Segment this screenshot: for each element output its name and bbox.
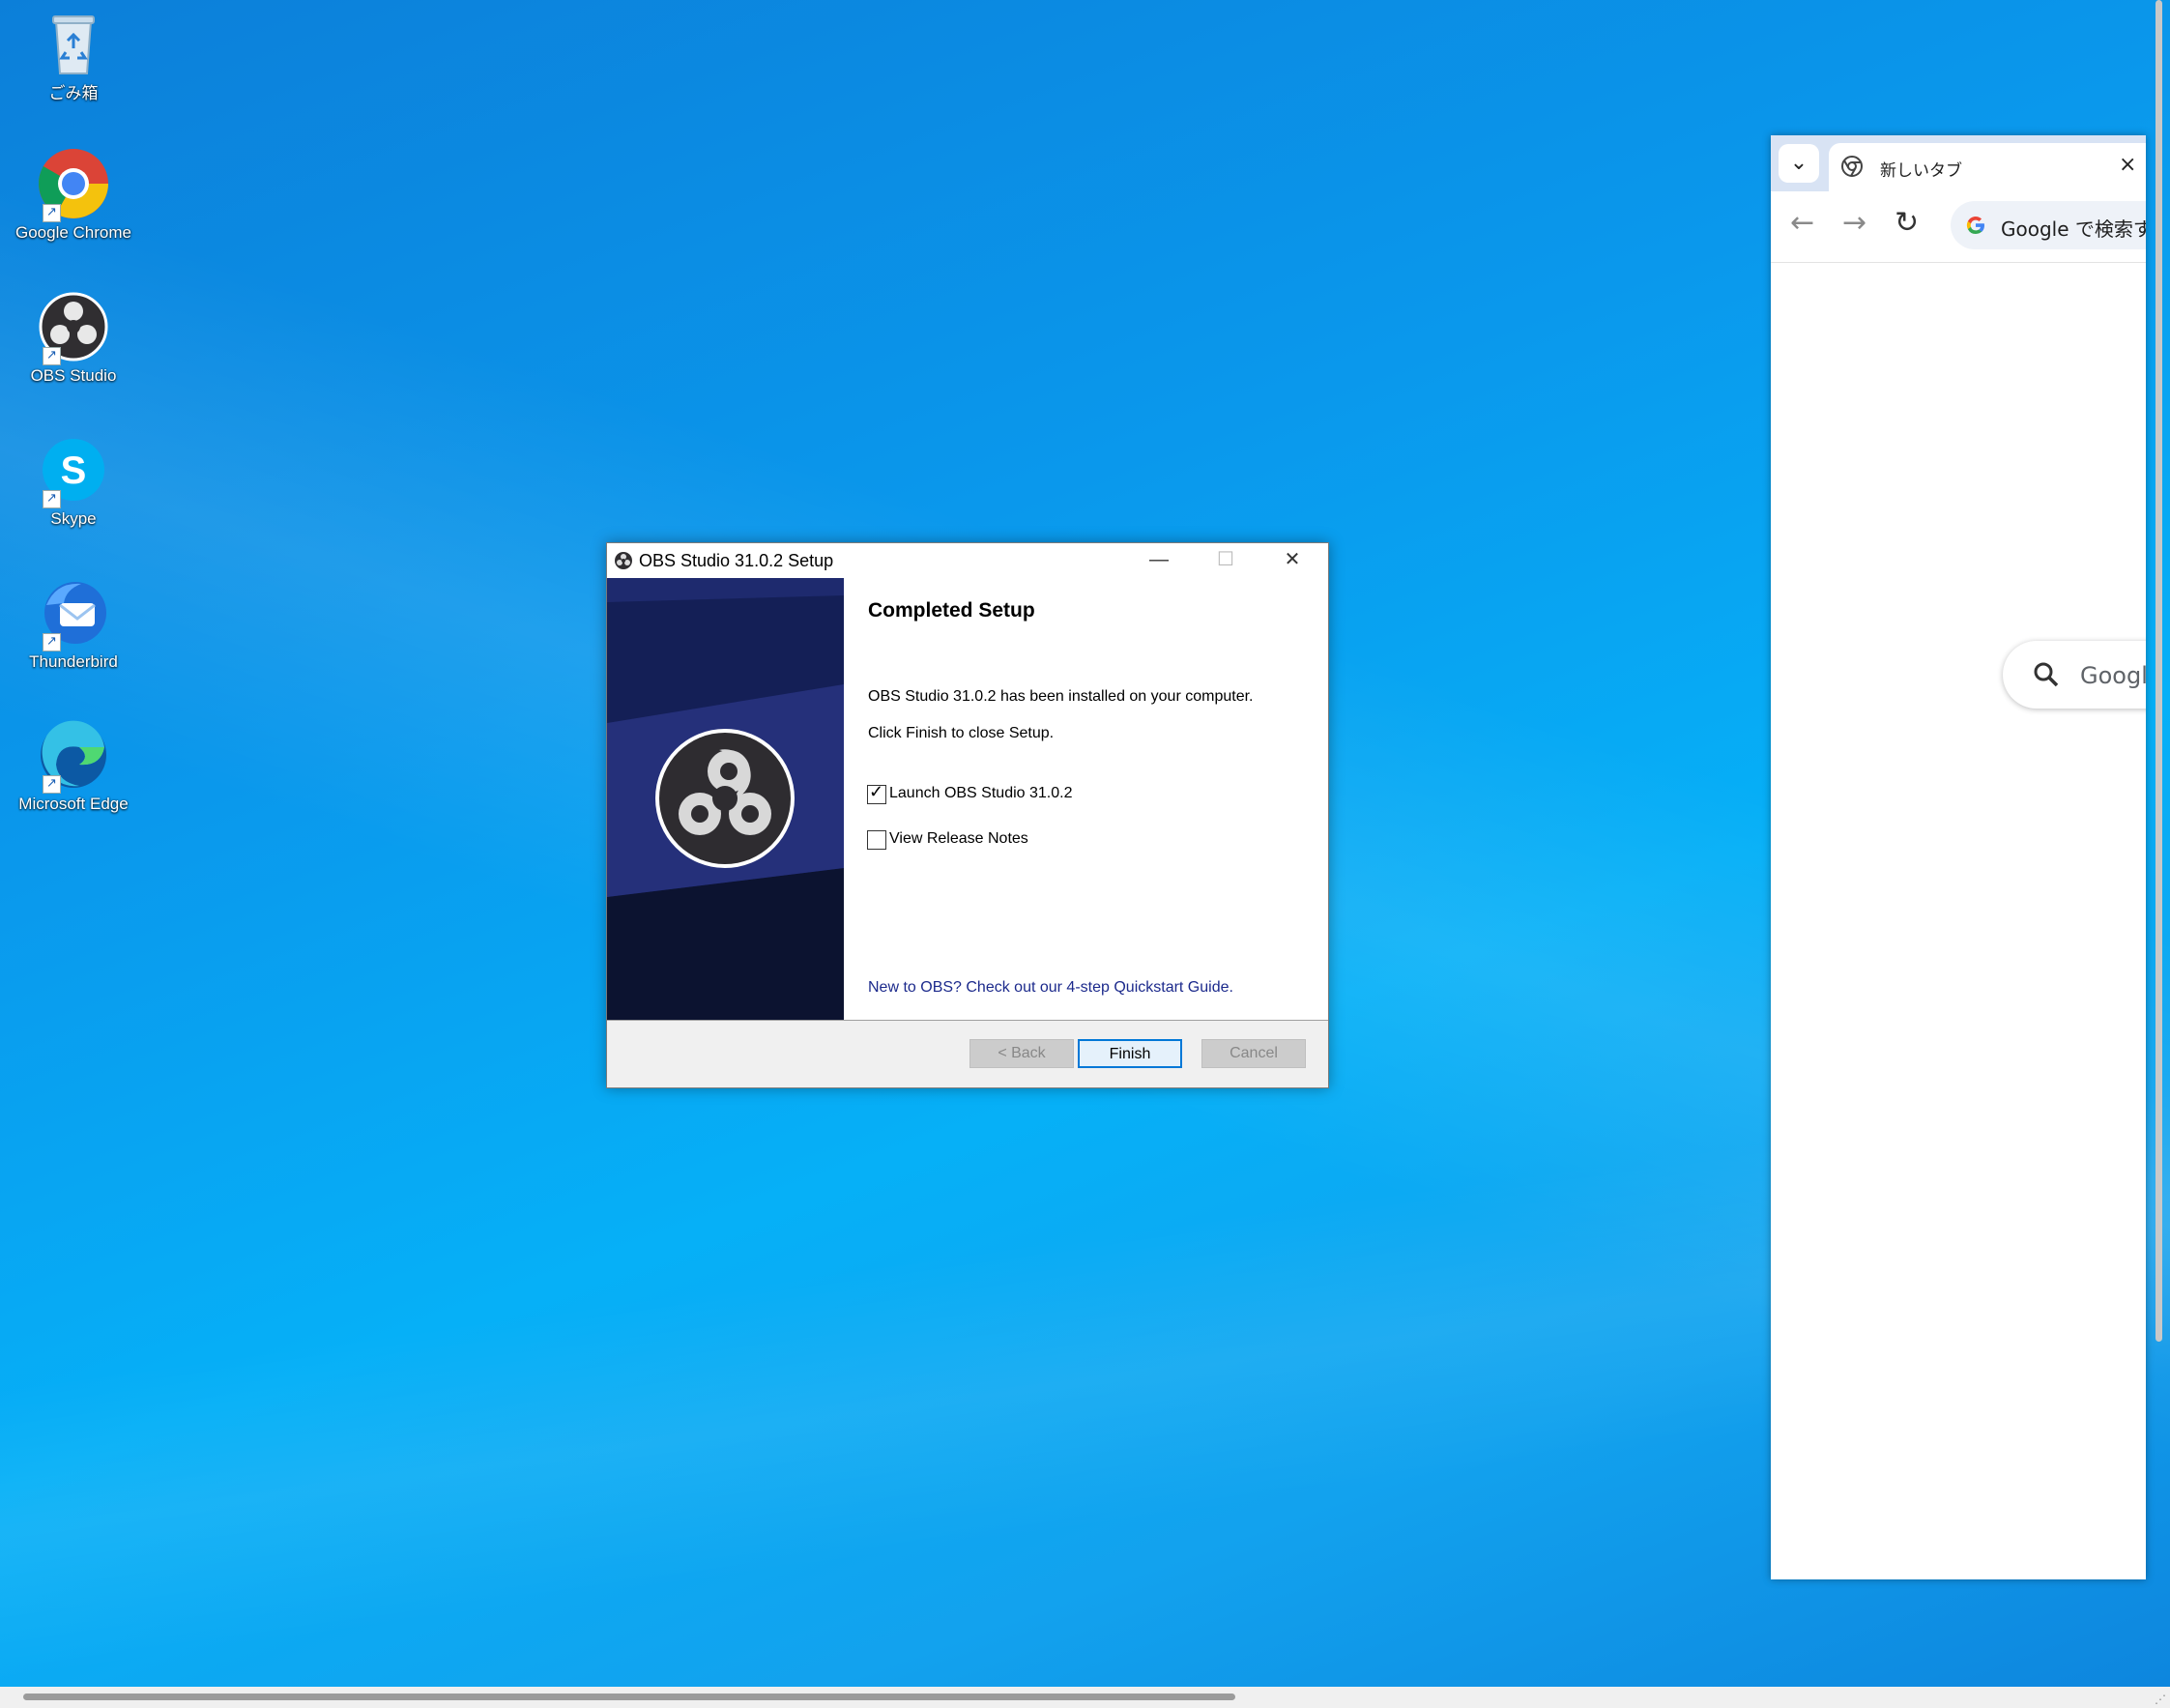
desktop-icon-label: OBS Studio [30, 366, 117, 385]
installer-side-banner [607, 578, 844, 1020]
obs-banner-graphic [607, 578, 844, 1020]
obs-icon: ↗ [37, 290, 110, 365]
obs-icon [615, 552, 632, 569]
vertical-scrollbar[interactable] [2156, 0, 2162, 1342]
svg-text:S: S [61, 449, 87, 492]
desktop-icon-recycle-bin[interactable]: ごみ箱 [5, 8, 142, 103]
search-icon [2034, 662, 2059, 687]
maximize-icon: ☐ [1217, 549, 1234, 570]
browser-window[interactable]: ⌄ 新しいタブ × ← → ↻ Google で検索す Googl [1771, 135, 2146, 1579]
close-icon[interactable]: ✕ [1259, 543, 1325, 578]
forward-arrow-icon[interactable]: → [1842, 209, 1866, 238]
google-g-icon [1966, 216, 1985, 235]
quickstart-guide-link[interactable]: New to OBS? Check out our 4-step Quickst… [868, 979, 1233, 997]
edge-icon: ↗ [37, 718, 110, 794]
desktop-icon-label: Google Chrome [14, 223, 131, 242]
horizontal-scrollbar[interactable]: ⋰ [0, 1687, 2170, 1708]
minimize-icon[interactable]: — [1126, 543, 1192, 578]
skype-icon: S ↗ [37, 433, 110, 508]
browser-toolbar: ← → ↻ Google で検索す [1771, 191, 2146, 263]
tab-title: 新しいタブ [1880, 161, 1962, 181]
address-bar[interactable]: Google で検索す [1951, 201, 2146, 249]
cancel-button: Cancel [1201, 1039, 1306, 1068]
horizontal-scrollbar-thumb[interactable] [23, 1694, 1235, 1700]
shortcut-arrow-icon: ↗ [43, 347, 61, 365]
desktop-icon-label: ごみ箱 [48, 84, 99, 102]
google-search-box[interactable]: Googl [2003, 641, 2146, 709]
browser-tab[interactable]: 新しいタブ × [1829, 143, 2146, 191]
desktop-icon-skype[interactable]: S ↗ Skype [5, 433, 142, 529]
launch-obs-checkbox[interactable]: ✓ [867, 782, 886, 804]
chevron-down-icon: ⌄ [1789, 151, 1808, 175]
desktop-icon-obs-studio[interactable]: ↗ OBS Studio [5, 290, 142, 386]
finish-button[interactable]: Finish [1078, 1039, 1182, 1068]
desktop-icon-label: Thunderbird [29, 652, 118, 671]
resize-grip-icon[interactable]: ⋰ [2155, 1693, 2166, 1706]
tab-search-dropdown-button[interactable]: ⌄ [1779, 144, 1819, 183]
dialog-title-bar[interactable]: OBS Studio 31.0.2 Setup — ☐ ✕ [607, 543, 1328, 578]
desktop-icon-thunderbird[interactable]: ↗ Thunderbird [5, 576, 142, 672]
thunderbird-icon: ↗ [37, 576, 110, 651]
release-notes-label[interactable]: View Release Notes [889, 830, 1028, 848]
desktop-icon-label: Microsoft Edge [18, 795, 129, 813]
shortcut-arrow-icon: ↗ [43, 204, 61, 222]
install-complete-text: OBS Studio 31.0.2 has been installed on … [868, 688, 1254, 705]
setup-dialog[interactable]: OBS Studio 31.0.2 Setup — ☐ ✕ Completed … [606, 542, 1329, 1088]
release-notes-checkbox[interactable] [867, 830, 886, 850]
dialog-content: Completed Setup OBS Studio 31.0.2 has be… [844, 578, 1328, 1020]
shortcut-arrow-icon: ↗ [43, 775, 61, 794]
launch-obs-label[interactable]: Launch OBS Studio 31.0.2 [889, 785, 1072, 802]
close-icon[interactable]: × [2119, 153, 2136, 177]
desktop-icon-label: Skype [50, 509, 97, 528]
desktop-icon-microsoft-edge[interactable]: ↗ Microsoft Edge [5, 718, 142, 814]
page-title: Completed Setup [868, 599, 1035, 622]
browser-tab-bar: ⌄ 新しいタブ × [1771, 135, 2146, 191]
checkmark-icon: ✓ [869, 782, 884, 801]
desktop-icon-google-chrome[interactable]: ↗ Google Chrome [5, 147, 142, 243]
chrome-icon: ↗ [37, 147, 110, 222]
recycle-bin-icon [37, 8, 110, 81]
dialog-divider [607, 1020, 1328, 1021]
close-instruction-text: Click Finish to close Setup. [868, 725, 1055, 741]
chrome-favicon-icon [1841, 156, 1863, 177]
back-button: < Back [969, 1039, 1074, 1068]
shortcut-arrow-icon: ↗ [43, 633, 61, 651]
reload-icon[interactable]: ↻ [1895, 209, 1919, 238]
address-bar-text: Google で検索す [2001, 217, 2146, 241]
back-arrow-icon[interactable]: ← [1790, 209, 1814, 238]
search-box-placeholder: Googl [2080, 662, 2146, 689]
dialog-title: OBS Studio 31.0.2 Setup [639, 551, 834, 570]
shortcut-arrow-icon: ↗ [43, 490, 61, 508]
